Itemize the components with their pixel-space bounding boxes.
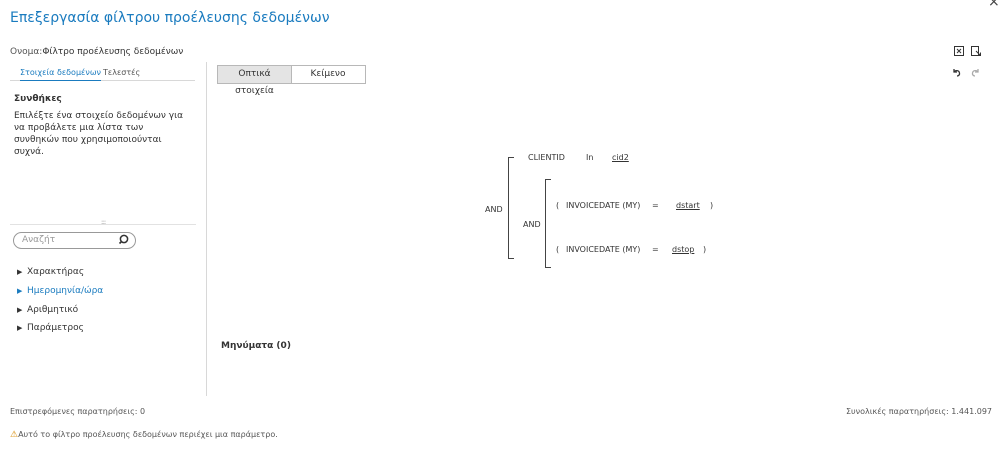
condition-close-paren: ) xyxy=(710,201,714,210)
condition-field[interactable]: INVOICEDATE (MY) xyxy=(566,201,640,210)
parameter-warning: ⚠Αυτό το φίλτρο προέλευσης δεδομένων περ… xyxy=(10,430,278,440)
condition-value[interactable]: dstop xyxy=(672,245,694,254)
tree-item-parameter[interactable]: ▶ Παράμετρος xyxy=(17,323,84,333)
search-placeholder: Αναζήτ xyxy=(22,235,56,245)
expand-triangle-icon: ▶ xyxy=(17,324,23,332)
returned-observations: Επιστρεφόμενες παρατηρήσεις: 0 xyxy=(10,407,146,416)
panel-splitter[interactable] xyxy=(10,224,196,225)
close-icon[interactable]: × xyxy=(988,0,999,10)
left-tabs: Στοιχεία δεδομένων Τελεστές xyxy=(10,68,195,81)
warning-icon: ⚠ xyxy=(10,430,19,440)
outer-and-operator[interactable]: AND xyxy=(485,205,503,214)
conditions-text: Επιλέξτε ένα στοιχείο δεδομένων για να π… xyxy=(14,111,184,157)
condition-operator[interactable]: = xyxy=(652,201,659,210)
panel-divider xyxy=(206,62,207,396)
expand-triangle-icon: ▶ xyxy=(17,268,23,276)
close-all-icon[interactable] xyxy=(954,46,964,59)
messages-label[interactable]: Μηνύματα (0) xyxy=(221,341,291,351)
inner-and-bracket xyxy=(545,179,551,268)
condition-value[interactable]: dstart xyxy=(676,201,700,210)
condition-operator[interactable]: = xyxy=(652,245,659,254)
warning-text: Αυτό το φίλτρο προέλευσης δεδομένων περι… xyxy=(18,430,278,439)
condition-open-paren: ( xyxy=(556,245,560,254)
condition-close-paren: ) xyxy=(703,245,707,254)
total-observations: Συνολικές παρατηρήσεις: 1.441.097 xyxy=(846,407,992,416)
condition-field[interactable]: INVOICEDATE (MY) xyxy=(566,245,640,254)
export-icon[interactable] xyxy=(971,46,981,59)
outer-and-bracket xyxy=(508,157,514,259)
tree-item-datetime[interactable]: ▶ Ημερομηνία/ώρα xyxy=(17,286,103,296)
tab-operators[interactable]: Τελεστές xyxy=(103,68,140,77)
conditions-title: Συνθήκες xyxy=(14,94,62,104)
condition-operator[interactable]: In xyxy=(586,153,593,162)
redo-icon[interactable] xyxy=(971,68,980,80)
visual-view-button[interactable]: Οπτικά στοιχεία xyxy=(217,65,292,96)
tree-item-character[interactable]: ▶ Χαρακτήρας xyxy=(17,267,84,277)
condition-field[interactable]: CLIENTID xyxy=(528,153,565,162)
search-icon[interactable] xyxy=(118,233,132,247)
tab-data-items[interactable]: Στοιχεία δεδομένων xyxy=(20,68,101,81)
name-row: Ονομα:Φίλτρο προέλευσης δεδομένων xyxy=(10,47,183,57)
text-view-button[interactable]: Κείμενο xyxy=(291,65,366,84)
inner-and-operator[interactable]: AND xyxy=(523,220,541,229)
expand-triangle-icon: ▶ xyxy=(17,287,23,295)
condition-open-paren: ( xyxy=(556,201,560,210)
tree-item-numeric[interactable]: ▶ Αριθμητικό xyxy=(17,305,78,315)
name-label: Ονομα: xyxy=(10,47,43,57)
dialog-title: Επεξεργασία φίλτρου προέλευσης δεδομένων xyxy=(10,10,330,26)
expand-triangle-icon: ▶ xyxy=(17,306,23,314)
condition-value[interactable]: cid2 xyxy=(612,153,629,162)
undo-icon[interactable] xyxy=(952,68,961,80)
name-value[interactable]: Φίλτρο προέλευσης δεδομένων xyxy=(42,47,183,57)
